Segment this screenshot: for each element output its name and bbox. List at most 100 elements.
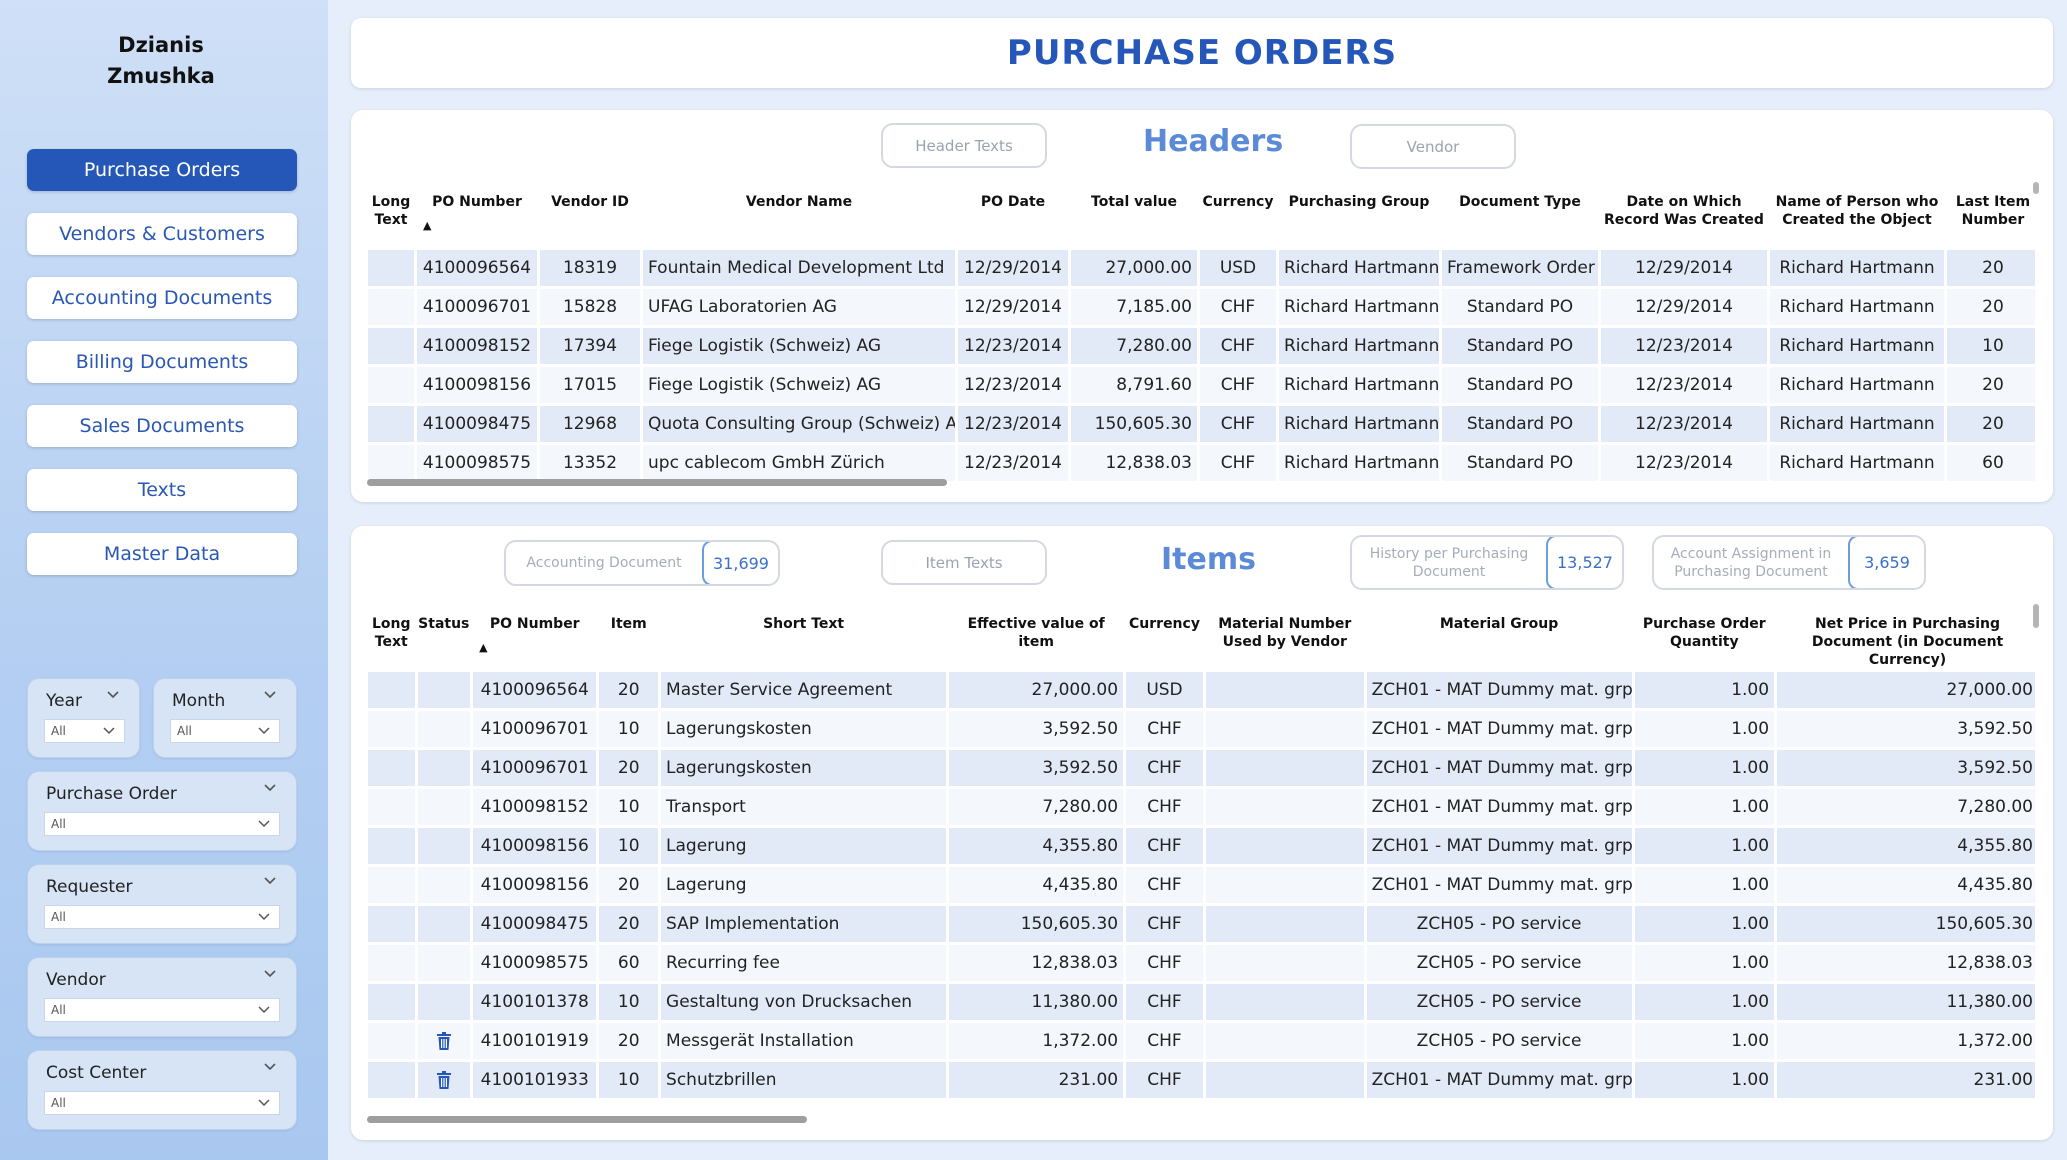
table-cell: Fountain Medical Development Ltd <box>643 250 955 286</box>
chevron-down-icon[interactable] <box>262 966 278 982</box>
filter-year-select[interactable]: All <box>44 719 125 743</box>
table-cell: Lagerung <box>661 828 947 864</box>
col-created-by[interactable]: Name of Person who Created the Object <box>1770 185 1944 247</box>
items-horizontal-scrollbar[interactable] <box>367 1116 807 1123</box>
table-cell: 4100098156 <box>473 867 597 903</box>
headers-horizontal-scrollbar[interactable] <box>367 479 947 486</box>
col-purchasing-group[interactable]: Purchasing Group <box>1279 185 1439 247</box>
col-po-date[interactable]: PO Date <box>958 185 1068 247</box>
nav-purchase-orders[interactable]: Purchase Orders <box>27 149 297 191</box>
table-cell: ZCH05 - PO service <box>1366 906 1632 942</box>
nav-billing-documents[interactable]: Billing Documents <box>27 341 297 383</box>
table-cell: 4100101919 <box>473 1023 597 1059</box>
table-cell: 12/29/2014 <box>958 250 1068 286</box>
table-cell: ZCH05 - PO service <box>1366 984 1632 1020</box>
user-last-name: Zmushka <box>107 64 215 88</box>
table-cell: 13352 <box>540 445 640 481</box>
table-cell: 20 <box>599 750 659 786</box>
col-po-number[interactable]: PO Number ▲ <box>473 607 597 669</box>
chevron-down-icon[interactable] <box>262 873 278 889</box>
chevron-down-icon[interactable] <box>105 687 121 703</box>
col-material-number[interactable]: Material Number Used by Vendor <box>1205 607 1364 669</box>
item-texts-button[interactable]: Item Texts <box>881 540 1047 585</box>
table-cell: 20 <box>1947 367 2035 403</box>
col-document-type[interactable]: Document Type <box>1442 185 1598 247</box>
col-long-text[interactable]: Long Text <box>368 185 414 247</box>
table-cell: 4100098156 <box>417 367 537 403</box>
col-vendor-name[interactable]: Vendor Name <box>643 185 955 247</box>
filter-purchase-order-select[interactable]: All <box>44 812 280 836</box>
col-short-text[interactable]: Short Text <box>661 607 947 669</box>
col-net-price[interactable]: Net Price in Purchasing Document (in Doc… <box>1777 607 2035 669</box>
table-row[interactable]: 4100098156 10 Lagerung 4,355.80 CHF ZCH01 - M… <box>368 828 2035 864</box>
col-currency[interactable]: Currency <box>1126 607 1203 669</box>
table-cell: ZCH05 - PO service <box>1366 1023 1632 1059</box>
col-effective-value[interactable]: Effective value of item <box>949 607 1124 669</box>
table-cell: Quota Consulting Group (Schweiz) AG <box>643 406 955 442</box>
table-row[interactable]: 4100101933 10 Schutzbrillen 231.00 CHF ZCH01 … <box>368 1062 2035 1098</box>
nav-vendors-customers[interactable]: Vendors & Customers <box>27 213 297 255</box>
table-row[interactable]: 4100101378 10 Gestaltung von Drucksachen 11… <box>368 984 2035 1020</box>
account-assignment-kpi[interactable]: Account Assignment in Purchasing Documen… <box>1652 535 1926 590</box>
col-currency[interactable]: Currency <box>1200 185 1276 247</box>
table-row[interactable]: 4100098156 17015 Fiege Logistik (Schweiz) … <box>368 367 2035 403</box>
table-cell <box>368 945 415 981</box>
table-row[interactable]: 4100098475 20 SAP Implementation 150,605.30… <box>368 906 2035 942</box>
col-item[interactable]: Item <box>599 607 659 669</box>
table-cell: 3,592.50 <box>949 750 1124 786</box>
table-row[interactable]: 4100098575 60 Recurring fee 12,838.03 CHF ZCH… <box>368 945 2035 981</box>
nav-accounting-documents[interactable]: Accounting Documents <box>27 277 297 319</box>
col-last-item-number[interactable]: Last Item Number <box>1947 185 2035 247</box>
col-total-value[interactable]: Total value <box>1071 185 1197 247</box>
table-cell <box>1205 789 1364 825</box>
filter-cost-center-select[interactable]: All <box>44 1091 280 1115</box>
table-row[interactable]: 4100096701 20 Lagerungskosten 3,592.50 CHF ZC… <box>368 750 2035 786</box>
chevron-down-icon[interactable] <box>262 687 278 703</box>
header-texts-button[interactable]: Header Texts <box>881 123 1047 168</box>
table-cell <box>417 711 471 747</box>
col-status[interactable]: Status <box>417 607 471 669</box>
table-row[interactable]: 4100098475 12968 Quota Consulting Group (S… <box>368 406 2035 442</box>
table-cell <box>1205 672 1364 708</box>
col-material-group[interactable]: Material Group <box>1366 607 1632 669</box>
table-cell: 1.00 <box>1634 945 1775 981</box>
col-long-text[interactable]: Long Text <box>368 607 415 669</box>
chevron-down-icon[interactable] <box>262 1059 278 1075</box>
table-cell <box>368 367 414 403</box>
vendor-button[interactable]: Vendor <box>1350 124 1516 169</box>
nav-sales-documents[interactable]: Sales Documents <box>27 405 297 447</box>
col-po-quantity[interactable]: Purchase Order Quantity <box>1634 607 1775 669</box>
headers-vertical-scrollbar[interactable] <box>2033 182 2039 194</box>
chevron-down-icon <box>258 727 270 735</box>
table-row[interactable]: 4100096564 18319 Fountain Medical Developm… <box>368 250 2035 286</box>
table-row[interactable]: 4100098152 10 Transport 7,280.00 CHF ZCH01 - … <box>368 789 2035 825</box>
chevron-down-icon[interactable] <box>262 780 278 796</box>
filter-requester-select[interactable]: All <box>44 905 280 929</box>
col-po-number[interactable]: PO Number ▲ <box>417 185 537 247</box>
table-cell: CHF <box>1126 984 1203 1020</box>
table-row[interactable]: 4100101919 20 Messgerät Installation 1,372.… <box>368 1023 2035 1059</box>
table-row[interactable]: 4100098575 13352 upc cablecom GmbH Zürich 1… <box>368 445 2035 481</box>
col-date-created[interactable]: Date on Which Record Was Created <box>1601 185 1767 247</box>
table-row[interactable]: 4100096701 15828 UFAG Laboratorien AG 12/29… <box>368 289 2035 325</box>
trash-icon[interactable] <box>436 1032 452 1050</box>
nav-master-data[interactable]: Master Data <box>27 533 297 575</box>
table-row[interactable]: 4100096701 10 Lagerungskosten 3,592.50 CHF ZC… <box>368 711 2035 747</box>
sidebar: Dzianis Zmushka Purchase Orders Vendors … <box>0 0 328 1160</box>
table-cell <box>368 672 415 708</box>
nav-texts[interactable]: Texts <box>27 469 297 511</box>
table-cell: 60 <box>599 945 659 981</box>
table-row[interactable]: 4100098152 17394 Fiege Logistik (Schweiz) … <box>368 328 2035 364</box>
col-vendor-id[interactable]: Vendor ID <box>540 185 640 247</box>
trash-icon[interactable] <box>436 1071 452 1089</box>
table-row[interactable]: 4100098156 20 Lagerung 4,435.80 CHF ZCH01 - M… <box>368 867 2035 903</box>
accounting-document-kpi[interactable]: Accounting Document 31,699 <box>504 540 780 586</box>
history-kpi[interactable]: History per Purchasing Document 13,527 <box>1350 535 1624 590</box>
filter-month-select[interactable]: All <box>170 719 280 743</box>
table-cell <box>368 789 415 825</box>
account-assignment-count: 3,659 <box>1848 537 1924 588</box>
filter-vendor-select[interactable]: All <box>44 998 280 1022</box>
headers-table-header-row: Long Text PO Number ▲ Vendor ID Vendor Na… <box>368 185 2035 247</box>
items-vertical-scrollbar[interactable] <box>2033 604 2039 628</box>
table-row[interactable]: 4100096564 20 Master Service Agreement 27,0… <box>368 672 2035 708</box>
